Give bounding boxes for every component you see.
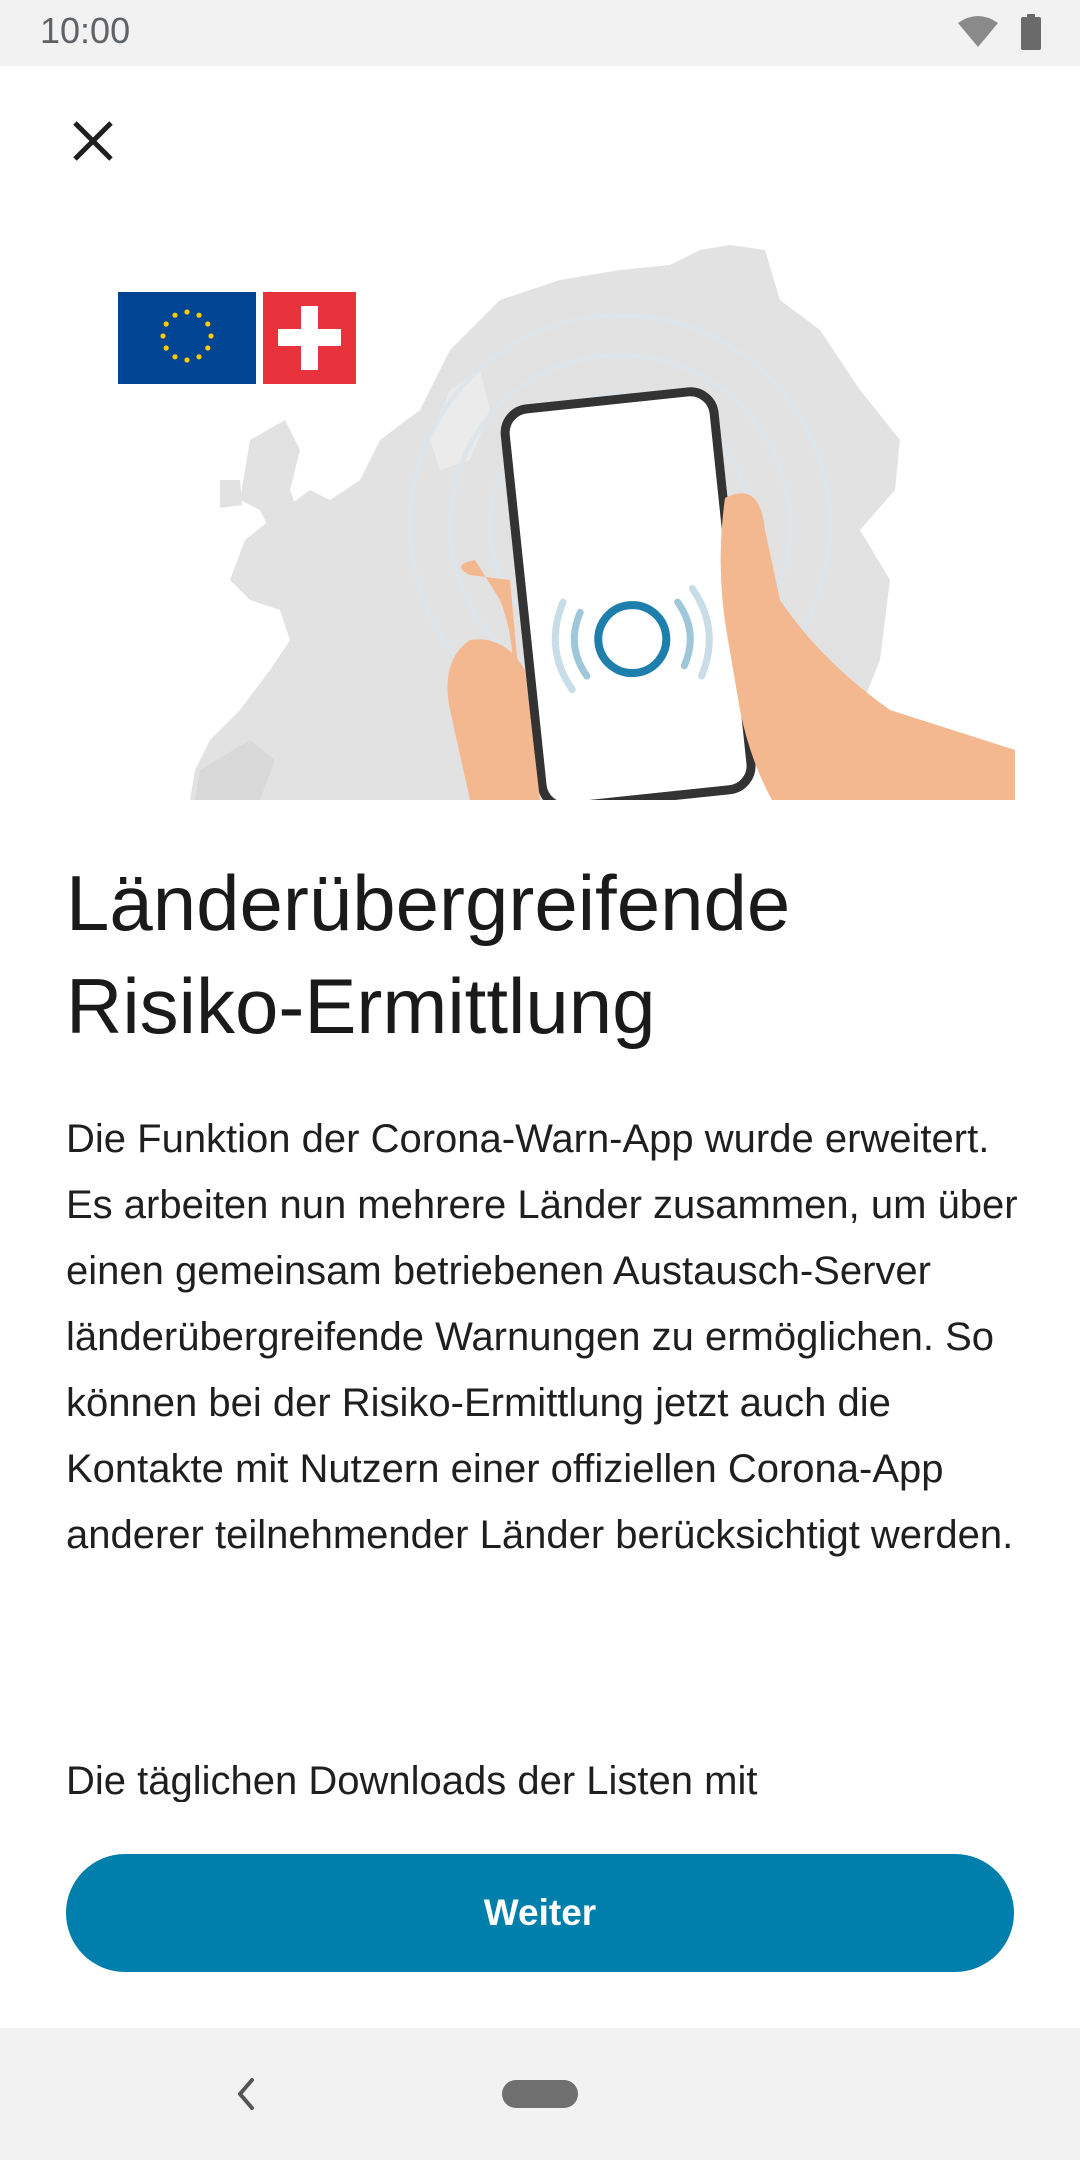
description-paragraph: Die Funktion der Corona-Warn-App wurde e… [66, 1117, 1018, 1557]
illustration [100, 240, 1030, 812]
swiss-flag-icon [263, 292, 356, 384]
status-time: 10:00 [40, 10, 131, 51]
eu-flag-icon [118, 292, 256, 384]
description-paragraph-2: Die täglichen Downloads der Listen mit [66, 1759, 758, 1802]
navigation-bar [0, 2028, 1080, 2160]
page-title: Länderübergreifende Risiko-Ermittlung [66, 859, 791, 1050]
wifi-icon [956, 15, 1000, 54]
phone [500, 387, 756, 812]
close-button[interactable] [58, 106, 128, 176]
chevron-left-icon [238, 2078, 254, 2110]
nav-home-button[interactable] [502, 2080, 578, 2108]
status-bar: 10:00 [0, 0, 1080, 66]
next-button[interactable]: Weiter [66, 1854, 1014, 1972]
battery-icon [1020, 14, 1042, 55]
nav-back-button[interactable] [218, 2066, 274, 2122]
status-icons [956, 14, 1042, 55]
close-icon [73, 121, 113, 161]
scroll-content[interactable]: Die Funktion der Corona-Warn-App wurde e… [0, 1090, 1080, 1802]
